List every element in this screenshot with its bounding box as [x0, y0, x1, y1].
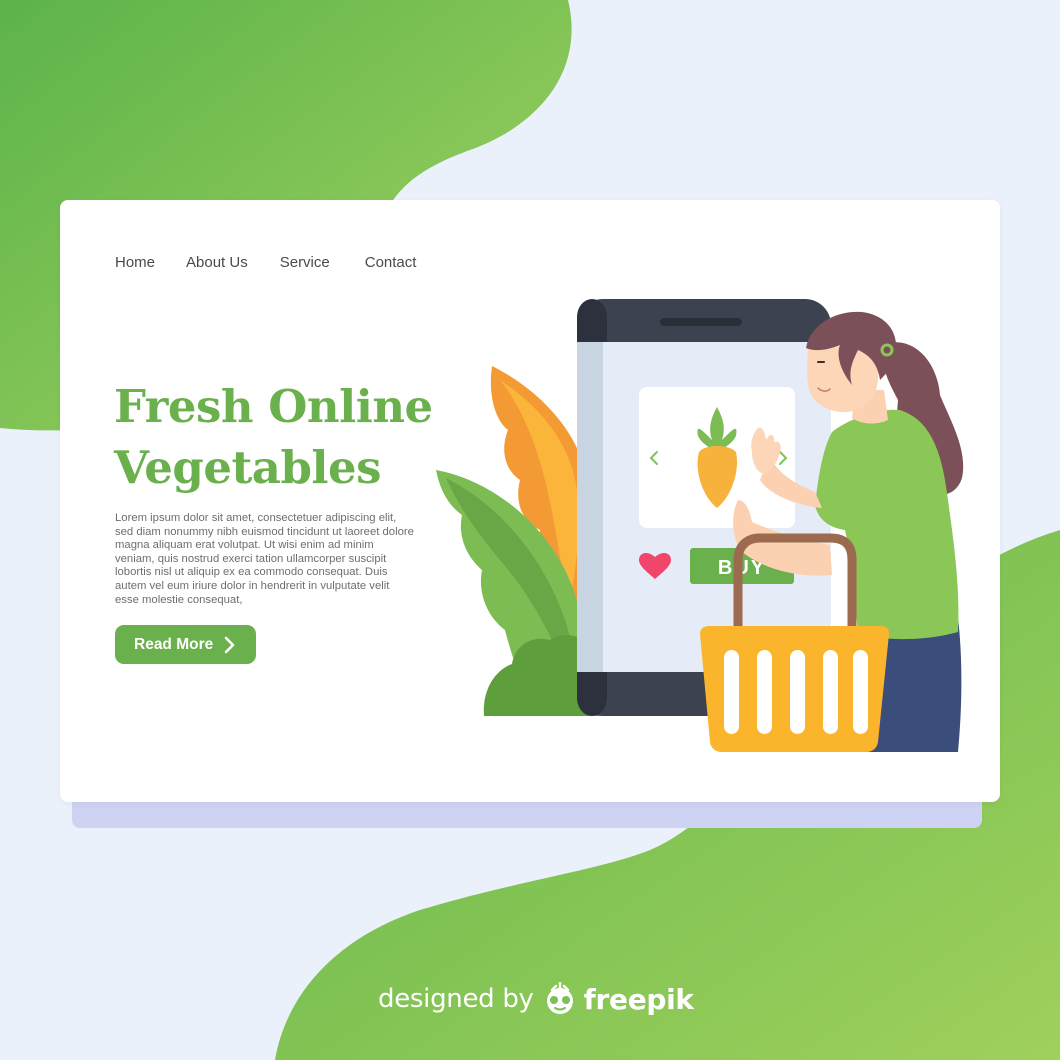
designer-credit: designed by freepik	[378, 980, 694, 1018]
leaf-plants	[436, 366, 600, 716]
credit-brand: freepik	[583, 982, 694, 1016]
credit-prefix: designed by	[378, 984, 534, 1014]
freepik-logo-icon	[546, 982, 573, 1014]
hero-illustration: BUY	[436, 299, 964, 752]
